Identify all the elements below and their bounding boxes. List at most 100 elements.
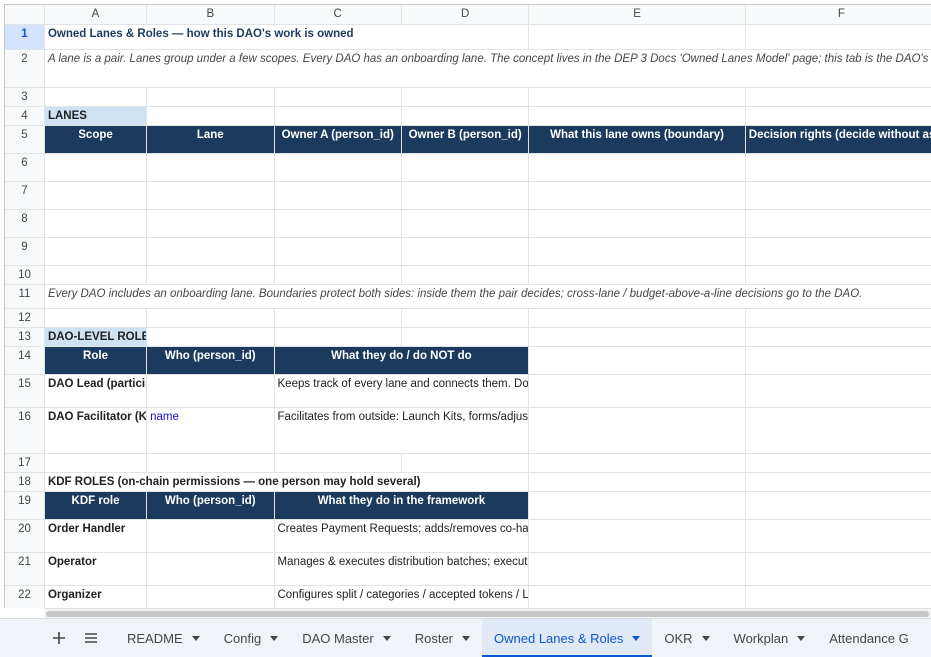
cell[interactable] bbox=[528, 24, 746, 50]
cell[interactable] bbox=[528, 519, 746, 553]
kdf-roles-header-role[interactable]: KDF role bbox=[44, 491, 148, 520]
cell[interactable] bbox=[146, 308, 275, 328]
row-header-18[interactable]: 18 bbox=[5, 472, 45, 492]
row-header-22[interactable]: 22 bbox=[5, 585, 45, 608]
row-header-16[interactable]: 16 bbox=[5, 407, 45, 454]
row-header-2[interactable]: 2 bbox=[5, 49, 45, 88]
dao-role-name[interactable]: DAO Lead (participant) bbox=[43, 373, 148, 408]
kdf-role-desc[interactable]: Creates Payment Requests; adds/removes c… bbox=[273, 518, 530, 553]
cell[interactable] bbox=[146, 327, 275, 347]
row-header-4[interactable]: 4 bbox=[5, 106, 45, 126]
dao-roles-header-desc[interactable]: What they do / do NOT do bbox=[274, 346, 530, 375]
cell[interactable] bbox=[146, 87, 275, 107]
column-header-c[interactable]: C bbox=[274, 5, 402, 25]
tab-config[interactable]: Config bbox=[212, 619, 291, 657]
cell[interactable] bbox=[745, 407, 931, 454]
row-header-11[interactable]: 11 bbox=[5, 284, 45, 309]
cell[interactable] bbox=[745, 491, 931, 520]
menu-icon[interactable] bbox=[75, 622, 107, 654]
column-header-d[interactable]: D bbox=[401, 5, 530, 25]
cell[interactable] bbox=[401, 308, 530, 328]
cell[interactable] bbox=[44, 265, 148, 285]
lanes-cell[interactable] bbox=[43, 180, 148, 210]
kdf-role-name[interactable]: Organizer bbox=[43, 584, 148, 608]
lanes-cell[interactable] bbox=[528, 180, 746, 210]
cell[interactable] bbox=[146, 453, 275, 473]
row-header-8[interactable]: 8 bbox=[5, 209, 45, 238]
tab-okr[interactable]: OKR bbox=[652, 619, 721, 657]
row-header-17[interactable]: 17 bbox=[5, 453, 45, 473]
tab-readme[interactable]: README bbox=[115, 619, 212, 657]
cell[interactable] bbox=[745, 87, 931, 107]
lanes-cell[interactable] bbox=[273, 152, 402, 182]
row-header-7[interactable]: 7 bbox=[5, 181, 45, 210]
cell[interactable] bbox=[401, 453, 530, 473]
lanes-header-lane[interactable]: Lane bbox=[146, 125, 275, 154]
lanes-cell[interactable] bbox=[400, 180, 530, 210]
lanes-cell[interactable] bbox=[528, 152, 746, 182]
row-header-9[interactable]: 9 bbox=[5, 237, 45, 266]
cell[interactable] bbox=[745, 472, 931, 492]
row-header-14[interactable]: 14 bbox=[5, 346, 45, 375]
tab-roster[interactable]: Roster bbox=[403, 619, 482, 657]
lanes-cell[interactable] bbox=[273, 236, 402, 266]
cell[interactable] bbox=[146, 106, 275, 126]
lanes-header-owner-b[interactable]: Owner B (person_id) bbox=[401, 125, 530, 154]
row-header-13[interactable]: 13 bbox=[5, 327, 45, 347]
column-header-a[interactable]: A bbox=[44, 5, 148, 25]
tab-owned-lanes-roles[interactable]: Owned Lanes & Roles bbox=[482, 619, 653, 657]
lanes-cell[interactable] bbox=[146, 236, 275, 266]
lanes-cell[interactable] bbox=[744, 236, 931, 266]
lanes-cell[interactable] bbox=[744, 180, 931, 210]
row-header-15[interactable]: 15 bbox=[5, 374, 45, 408]
cell[interactable] bbox=[528, 374, 746, 408]
kdf-role-name[interactable]: Operator bbox=[43, 551, 148, 586]
cell[interactable] bbox=[528, 308, 746, 328]
cell[interactable] bbox=[528, 407, 746, 454]
lanes-cell[interactable] bbox=[146, 180, 275, 210]
tab-attendance[interactable]: Attendance G bbox=[817, 619, 921, 657]
row-header-10[interactable]: 10 bbox=[5, 265, 45, 285]
cell[interactable] bbox=[528, 106, 746, 126]
dao-roles-header-who[interactable]: Who (person_id) bbox=[146, 346, 275, 375]
lanes-cell[interactable] bbox=[273, 208, 402, 238]
cell[interactable] bbox=[274, 453, 402, 473]
kdf-role-name[interactable]: Order Handler bbox=[43, 518, 148, 553]
kdf-roles-header-who[interactable]: Who (person_id) bbox=[146, 491, 275, 520]
kdf-role-who[interactable] bbox=[146, 518, 275, 553]
row-header-12[interactable]: 12 bbox=[5, 308, 45, 328]
cell[interactable] bbox=[44, 453, 148, 473]
lanes-header-boundary[interactable]: What this lane owns (boundary) bbox=[528, 125, 746, 154]
lanes-cell[interactable] bbox=[528, 236, 746, 266]
cell[interactable] bbox=[44, 308, 148, 328]
cell[interactable] bbox=[745, 519, 931, 553]
cell[interactable] bbox=[528, 346, 746, 375]
row-header-20[interactable]: 20 bbox=[5, 519, 45, 553]
cell[interactable] bbox=[146, 265, 275, 285]
scrollbar-thumb[interactable] bbox=[46, 611, 929, 617]
lanes-header-owner-a[interactable]: Owner A (person_id) bbox=[274, 125, 402, 154]
dao-role-name[interactable]: DAO Facilitator (Kambria) bbox=[43, 406, 148, 454]
lanes-cell[interactable] bbox=[43, 152, 148, 182]
lanes-cell[interactable] bbox=[146, 208, 275, 238]
cell[interactable] bbox=[401, 87, 530, 107]
cell[interactable] bbox=[745, 308, 931, 328]
dao-role-desc[interactable]: Keeps track of every lane and connects t… bbox=[273, 373, 530, 408]
kdf-roles-section-label[interactable]: KDF ROLES (on-chain permissions — one pe… bbox=[44, 472, 530, 492]
lanes-footnote[interactable]: Every DAO includes an onboarding lane. B… bbox=[44, 284, 931, 309]
column-header-f[interactable]: F bbox=[745, 5, 931, 25]
tab-workplan[interactable]: Workplan bbox=[722, 619, 818, 657]
cell[interactable] bbox=[745, 346, 931, 375]
lanes-cell[interactable] bbox=[43, 208, 148, 238]
cell[interactable] bbox=[274, 327, 402, 347]
row-header-1[interactable]: 1 bbox=[5, 24, 45, 50]
cell[interactable] bbox=[274, 106, 402, 126]
cell[interactable] bbox=[274, 265, 402, 285]
lanes-cell[interactable] bbox=[400, 152, 530, 182]
kdf-role-desc[interactable]: Manages & executes distribution batches;… bbox=[273, 551, 530, 586]
lanes-cell[interactable] bbox=[400, 236, 530, 266]
cell[interactable] bbox=[528, 491, 746, 520]
cell[interactable] bbox=[745, 552, 931, 586]
column-header-b[interactable]: B bbox=[146, 5, 275, 25]
kdf-roles-header-desc[interactable]: What they do in the framework bbox=[274, 491, 530, 520]
